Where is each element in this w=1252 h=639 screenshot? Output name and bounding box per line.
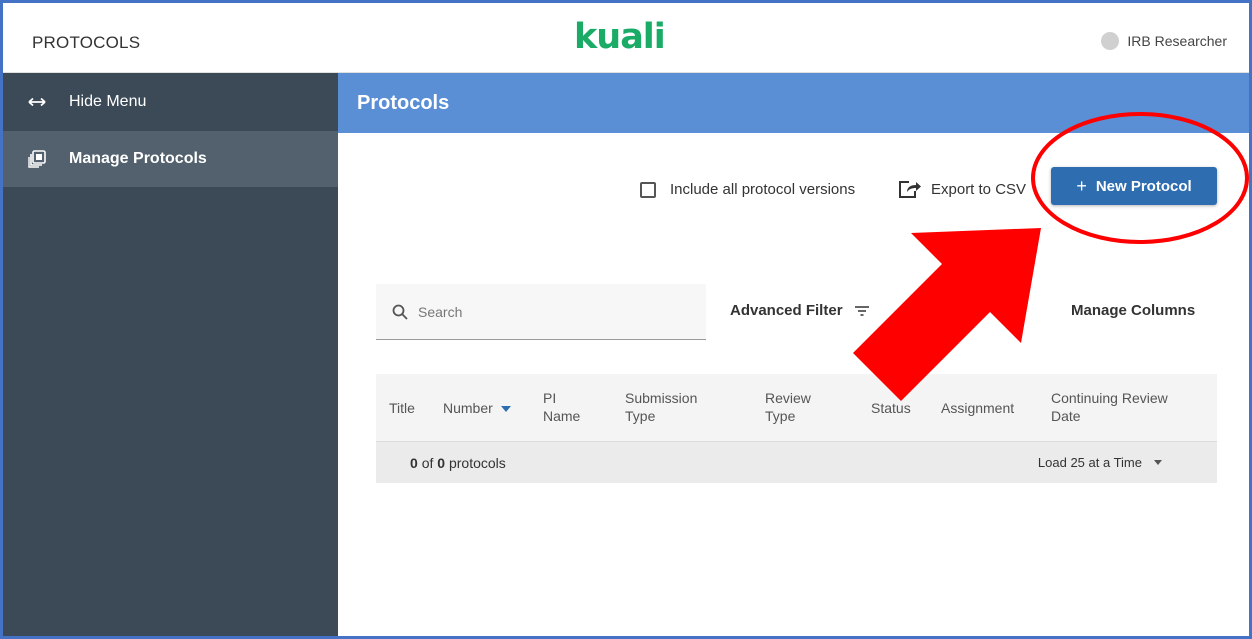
main-content: Protocols Include all protocol versions … (338, 73, 1249, 636)
column-label: PI (543, 390, 557, 406)
advanced-filter-button[interactable]: Advanced Filter (730, 302, 869, 319)
column-header-title[interactable]: Title (389, 399, 415, 417)
filters-label: ers (934, 302, 957, 319)
column-label: Name (543, 408, 581, 424)
manage-columns-button[interactable]: Manage Columns (1071, 302, 1195, 319)
table-header: Title Number PI Name Submission Type Rev… (376, 374, 1217, 442)
load-size-dropdown[interactable]: Load 25 at a Time (1038, 455, 1162, 470)
column-label: Number (443, 400, 493, 416)
table-footer: 0 of 0 protocols Load 25 at a Time (376, 442, 1217, 483)
protocols-icon (25, 150, 49, 168)
column-header-status[interactable]: Status (871, 399, 911, 417)
count-suffix: protocols (448, 455, 506, 471)
protocol-count: 0 of 0 protocols (410, 455, 506, 471)
filter-icon (854, 305, 869, 316)
column-label: Submission (625, 390, 698, 406)
search-icon (392, 304, 408, 320)
column-header-continuing-review-date[interactable]: Continuing Review Date (1051, 389, 1168, 425)
chevron-down-icon (1154, 460, 1162, 465)
sidebar-item-label: Manage Protocols (69, 150, 207, 167)
left-right-arrow-icon (25, 97, 49, 107)
user-name: IRB Researcher (1127, 33, 1227, 49)
column-header-pi-name[interactable]: PI Name (543, 389, 580, 425)
user-menu[interactable]: IRB Researcher (1101, 32, 1227, 50)
column-label: Type (765, 408, 796, 424)
export-csv-button[interactable]: Export to CSV (898, 179, 1026, 199)
new-protocol-button[interactable]: + New Protocol (1051, 167, 1217, 205)
export-icon (898, 179, 922, 199)
page-title: Protocols (357, 92, 450, 114)
count-total: 0 (437, 455, 446, 471)
column-label: Date (1051, 408, 1081, 424)
column-label: Type (625, 408, 656, 424)
column-header-review-type[interactable]: Review Type (765, 389, 811, 425)
advanced-filter-label: Advanced Filter (730, 302, 843, 319)
column-label: Status (871, 400, 911, 416)
page-header: Protocols (338, 73, 1249, 133)
kuali-logo[interactable]: kuali (574, 17, 666, 57)
hide-menu-button[interactable]: Hide Menu (3, 73, 338, 131)
sidebar: Hide Menu Manage Protocols (3, 73, 338, 636)
avatar (1101, 32, 1120, 50)
column-label: Title (389, 400, 415, 416)
column-header-submission-type[interactable]: Submission Type (625, 389, 697, 425)
load-size-label: Load 25 at a Time (1037, 455, 1142, 470)
include-versions-toggle[interactable]: Include all protocol versions (640, 181, 855, 198)
column-label: Assignment (941, 400, 1015, 416)
new-protocol-label: New Protocol (1095, 177, 1192, 195)
sidebar-item-manage-protocols[interactable]: Manage Protocols (3, 131, 338, 187)
top-header: PROTOCOLS kuali IRB Researcher (3, 3, 1249, 73)
app-name: PROTOCOLS (32, 33, 141, 52)
search-input[interactable] (418, 303, 678, 320)
column-label: Review (765, 390, 811, 406)
column-header-number[interactable]: Number (443, 399, 511, 417)
column-label: Continuing Review (1051, 390, 1168, 406)
export-label: Export to CSV (931, 180, 1027, 198)
sidebar-item-label: Hide Menu (69, 93, 147, 110)
app-window: PROTOCOLS kuali IRB Researcher Hide Menu (0, 0, 1252, 639)
chevron-down-icon: ▼ (964, 305, 975, 316)
include-versions-checkbox[interactable] (640, 181, 656, 198)
plus-icon: + (1076, 175, 1087, 196)
search-box[interactable] (376, 284, 706, 340)
filters-dropdown[interactable]: ers ▼ (934, 302, 974, 319)
column-header-assignment[interactable]: Assignment (941, 399, 1014, 417)
count-shown: 0 (410, 455, 418, 471)
sort-desc-icon (500, 406, 511, 413)
include-versions-label: Include all protocol versions (670, 181, 856, 198)
count-of: of (421, 455, 434, 471)
